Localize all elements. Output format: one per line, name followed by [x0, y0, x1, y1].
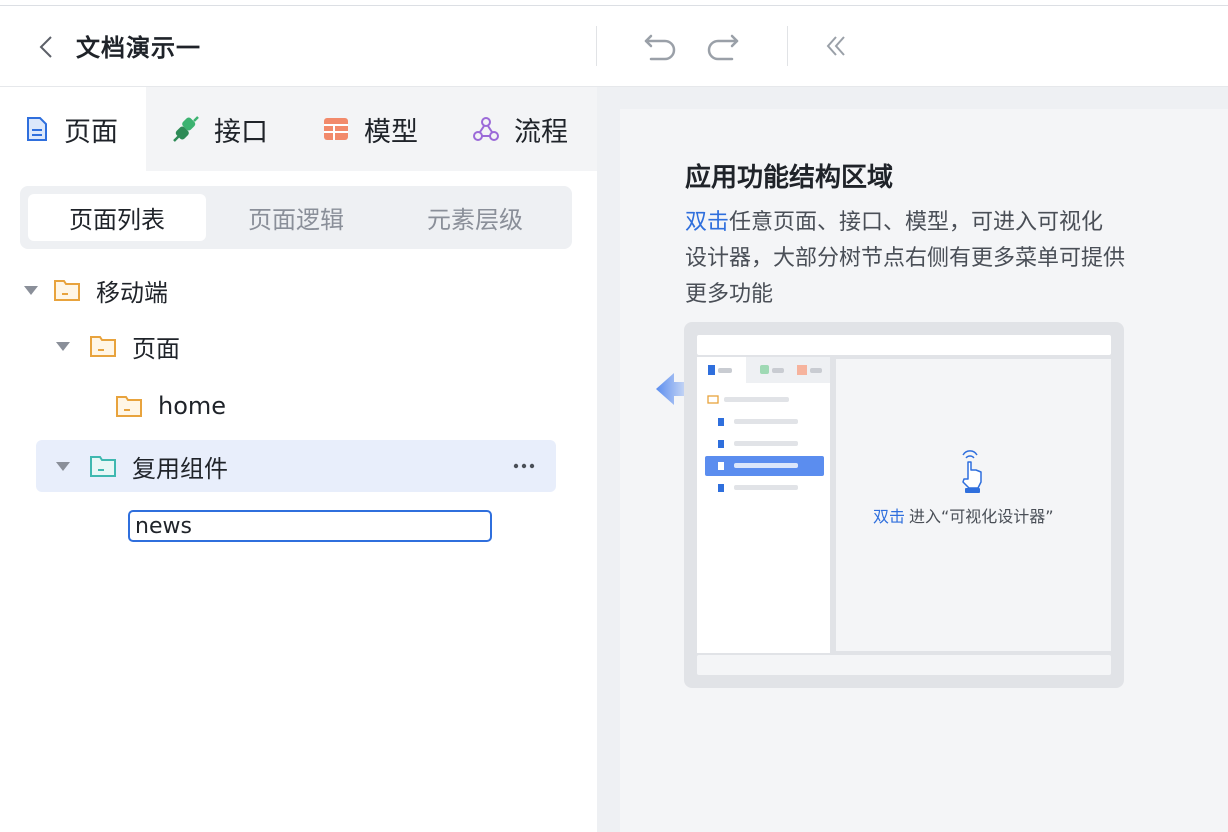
more-menu-icon[interactable] — [512, 454, 536, 478]
collapse-double-chevron-icon[interactable] — [818, 28, 858, 64]
flow-icon — [473, 117, 499, 141]
illustration-frame: 双击 进入“可视化设计器” — [684, 322, 1124, 688]
tree-node-components[interactable]: 复用组件 — [56, 440, 228, 492]
tab-model[interactable]: 模型 — [322, 87, 418, 171]
tree-label: 移动端 — [96, 278, 168, 307]
app-title: 文档演示一 — [76, 34, 201, 62]
tree-node-pages[interactable]: 页面 — [56, 320, 180, 372]
expand-caret-icon[interactable] — [56, 341, 70, 351]
header-divider-2 — [787, 26, 788, 66]
folder-icon — [90, 456, 116, 477]
illustration-highlight: 双击 — [873, 507, 905, 526]
segment-page-logic[interactable]: 页面逻辑 — [207, 194, 385, 241]
segment-element-hierarchy[interactable]: 元素层级 — [386, 194, 564, 241]
rename-node-input[interactable] — [128, 510, 492, 542]
help-text: 任意页面、接口、模型，可进入可视化设计器，大部分树节点右侧有更多菜单可提供更多功… — [685, 210, 1126, 307]
undo-icon[interactable] — [641, 28, 681, 64]
tab-api[interactable]: 接口 — [172, 87, 268, 171]
api-plug-icon — [173, 116, 199, 142]
redo-icon[interactable] — [702, 28, 742, 64]
tab-pages[interactable]: 页面 — [0, 87, 146, 171]
tree-node-components-selected[interactable]: 复用组件 — [36, 440, 556, 492]
tree-node-mobile[interactable]: 移动端 — [24, 264, 168, 316]
expand-caret-icon[interactable] — [56, 461, 70, 471]
tab-flow[interactable]: 流程 — [472, 87, 568, 171]
tree-label: 复用组件 — [132, 454, 228, 483]
tree-label: 页面 — [132, 334, 180, 363]
folder-icon — [116, 396, 142, 417]
designer-illustration: 双击 进入“可视化设计器” — [697, 335, 1111, 675]
tab-label: 接口 — [214, 116, 268, 148]
tab-label: 模型 — [364, 116, 418, 148]
help-description: 双击任意页面、接口、模型，可进入可视化设计器，大部分树节点右侧有更多菜单可提供更… — [685, 205, 1125, 313]
tab-label: 流程 — [514, 116, 568, 148]
page-icon — [27, 117, 47, 141]
help-highlight: 双击 — [685, 210, 730, 235]
left-panel: 页面 接口 模型 流程 页面列表 页面逻辑 元素层级 移动端 页面 home 复… — [0, 87, 702, 832]
right-panel: 应用功能结构区域 双击任意页面、接口、模型，可进入可视化设计器，大部分树节点右侧… — [597, 87, 1228, 832]
expand-caret-icon[interactable] — [24, 285, 38, 295]
help-title: 应用功能结构区域 — [685, 163, 894, 193]
header-bar: 文档演示一 — [0, 6, 1228, 87]
tree-label: home — [158, 392, 227, 420]
view-segmented-control: 页面列表 页面逻辑 元素层级 — [20, 186, 572, 249]
help-area: 应用功能结构区域 双击任意页面、接口、模型，可进入可视化设计器，大部分树节点右侧… — [620, 109, 1228, 832]
folder-icon — [54, 280, 80, 301]
tab-label: 页面 — [64, 116, 118, 148]
model-table-icon — [324, 118, 348, 140]
segment-page-list[interactable]: 页面列表 — [28, 194, 206, 241]
back-chevron-icon[interactable] — [32, 32, 62, 62]
illustration-caption: 进入“可视化设计器” — [909, 507, 1054, 526]
tree-node-home[interactable]: home — [96, 380, 702, 481]
resource-tabs: 页面 接口 模型 流程 — [0, 87, 597, 171]
folder-icon — [90, 336, 116, 357]
header-divider — [596, 26, 597, 66]
